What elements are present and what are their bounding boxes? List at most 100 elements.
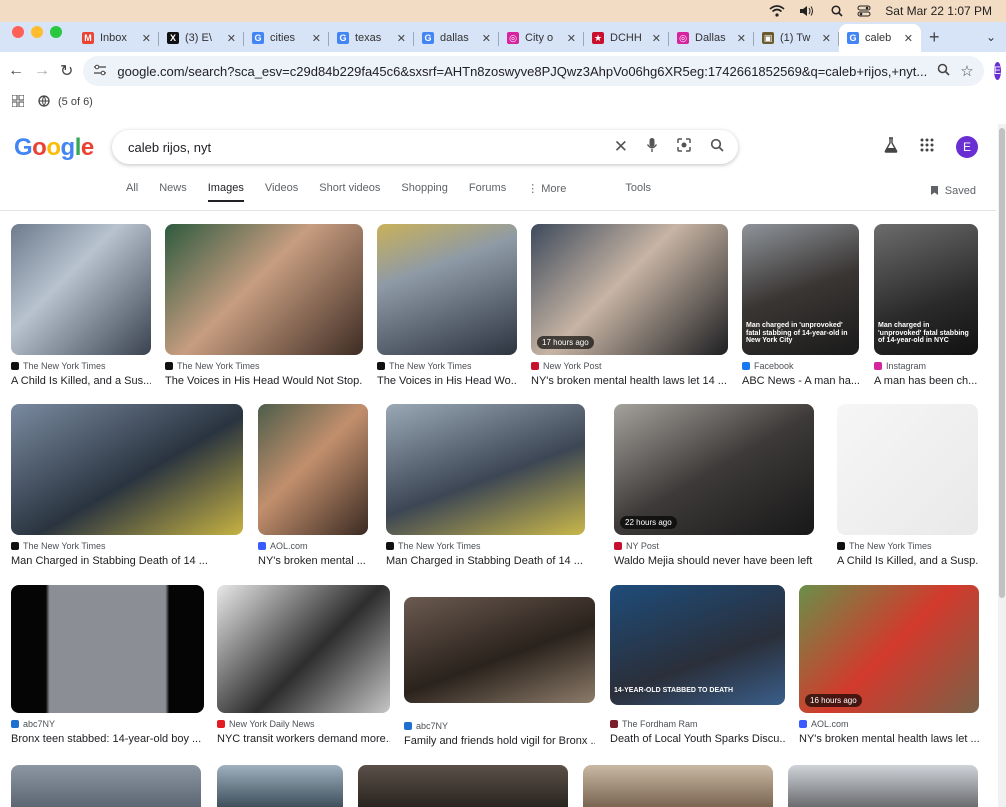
clear-search-icon[interactable]: ✕: [614, 137, 628, 157]
volume-icon[interactable]: [799, 5, 817, 17]
result-thumbnail[interactable]: [11, 585, 204, 713]
result-thumbnail[interactable]: [377, 224, 517, 355]
image-result-card[interactable]: abc7NY Family and friends hold vigil for …: [404, 597, 595, 747]
result-thumbnail[interactable]: [217, 765, 343, 807]
address-url[interactable]: google.com/search?sca_esv=c29d84b229fa45…: [117, 64, 927, 79]
result-thumbnail[interactable]: [788, 765, 978, 807]
back-button[interactable]: ←: [8, 60, 24, 82]
apps-grid-icon[interactable]: [11, 94, 25, 110]
close-tab-icon[interactable]: ✕: [737, 32, 746, 45]
result-thumbnail[interactable]: 16 hours ago: [799, 585, 979, 713]
image-result-card[interactable]: The New York Times The Voices in His Head…: [165, 224, 363, 387]
search-icon[interactable]: [710, 138, 724, 156]
image-result-card[interactable]: New York Daily News NYC transit workers d…: [217, 585, 390, 745]
result-title[interactable]: The Voices in His Head Wo...: [377, 375, 517, 387]
image-search-icon[interactable]: [676, 137, 692, 157]
result-title[interactable]: Man Charged in Stabbing Death of 14 ...: [11, 555, 243, 567]
result-thumbnail[interactable]: [11, 404, 243, 535]
tab-all[interactable]: All: [126, 182, 138, 202]
result-title[interactable]: NYC transit workers demand more...: [217, 733, 390, 745]
result-source[interactable]: New York Daily News: [217, 719, 390, 729]
tab-images[interactable]: Images: [207, 182, 244, 202]
result-source[interactable]: AOL.com: [258, 541, 368, 551]
google-apps-icon[interactable]: [920, 138, 934, 157]
result-source[interactable]: The New York Times: [386, 541, 585, 551]
close-tab-icon[interactable]: ✕: [652, 32, 661, 45]
bookmark-item[interactable]: (5 of 6): [38, 94, 93, 110]
tab-videos[interactable]: Videos: [265, 182, 298, 202]
image-result-card[interactable]: The New York Times Man Charged in Stabbin…: [386, 404, 585, 567]
result-title[interactable]: NY's broken mental ...: [258, 555, 368, 567]
close-window-button[interactable]: [12, 26, 24, 38]
image-result-card[interactable]: The New York Times A Child Is Killed, and…: [837, 404, 978, 567]
site-info-icon[interactable]: [93, 64, 107, 79]
result-thumbnail[interactable]: Man charged in 'unprovoked' fatal stabbi…: [874, 224, 978, 355]
close-tab-icon[interactable]: ✕: [142, 32, 151, 45]
search-query[interactable]: caleb rijos, nyt: [128, 140, 596, 155]
menubar-clock[interactable]: Sat Mar 22 1:07 PM: [885, 4, 992, 18]
tab-search-dropdown-icon[interactable]: ⌄: [976, 30, 1006, 52]
scrollbar-thumb[interactable]: [999, 128, 1005, 598]
browser-tab[interactable]: M Inbox ✕: [74, 24, 159, 52]
image-result-card[interactable]: 17 hours ago New York Post NY's broken men…: [531, 224, 728, 387]
result-title[interactable]: A Child Is Killed, and a Susp...: [837, 555, 978, 567]
result-title[interactable]: Waldo Mejia should never have been left …: [614, 555, 814, 567]
result-thumbnail[interactable]: [358, 765, 568, 807]
close-tab-icon[interactable]: ✕: [567, 32, 576, 45]
result-source[interactable]: Instagram: [874, 361, 978, 371]
browser-tab[interactable]: Gdallas ✕: [414, 24, 499, 52]
result-thumbnail[interactable]: [11, 765, 201, 807]
new-tab-button[interactable]: +: [921, 27, 950, 52]
result-title[interactable]: NY's broken mental health laws let 14 ..…: [531, 375, 728, 387]
result-source[interactable]: Facebook: [742, 361, 859, 371]
result-title[interactable]: Death of Local Youth Sparks Discu...: [610, 733, 785, 745]
result-thumbnail[interactable]: [837, 404, 978, 535]
wifi-icon[interactable]: [769, 5, 785, 17]
saved-button[interactable]: Saved: [930, 185, 976, 199]
voice-search-icon[interactable]: [646, 137, 658, 157]
minimize-window-button[interactable]: [31, 26, 43, 38]
zoom-window-button[interactable]: [50, 26, 62, 38]
address-bar[interactable]: google.com/search?sca_esv=c29d84b229fa45…: [83, 56, 984, 86]
result-source[interactable]: abc7NY: [11, 719, 204, 729]
result-title[interactable]: The Voices in His Head Would Not Stop...: [165, 375, 363, 387]
labs-flask-icon[interactable]: [884, 136, 898, 158]
result-source[interactable]: The New York Times: [11, 541, 243, 551]
page-scrollbar[interactable]: [998, 124, 1006, 807]
result-thumbnail[interactable]: [217, 585, 390, 713]
result-title[interactable]: ABC News - A man ha...: [742, 375, 859, 387]
close-tab-icon[interactable]: ✕: [482, 32, 491, 45]
result-source[interactable]: AOL.com: [799, 719, 979, 729]
image-result-card[interactable]: 22 hours ago NY Post Waldo Mejia should ne…: [614, 404, 814, 567]
result-title[interactable]: Family and friends hold vigil for Bronx …: [404, 735, 595, 747]
close-tab-icon[interactable]: ✕: [397, 32, 406, 45]
result-source[interactable]: The Fordham Ram: [610, 719, 785, 729]
result-thumbnail[interactable]: 14-YEAR-OLD STABBED TO DEATH: [610, 585, 785, 705]
result-thumbnail[interactable]: [404, 597, 595, 703]
result-thumbnail[interactable]: Man charged in 'unprovoked' fatal stabbi…: [742, 224, 859, 355]
google-logo[interactable]: Google: [14, 134, 94, 162]
result-thumbnail[interactable]: [11, 224, 151, 355]
result-title[interactable]: A Child Is Killed, and a Sus...: [11, 375, 151, 387]
image-result-card[interactable]: The New York Times The Voices in His Head…: [377, 224, 517, 387]
result-source[interactable]: The New York Times: [11, 361, 151, 371]
image-result-card[interactable]: 14-YEAR-OLD STABBED TO DEATH The Fordham …: [610, 585, 785, 745]
reload-button[interactable]: ↻: [60, 60, 73, 82]
browser-tab[interactable]: Gcaleb ✕: [839, 24, 921, 52]
forward-button[interactable]: →: [34, 60, 50, 82]
result-thumbnail[interactable]: [165, 224, 363, 355]
browser-tab[interactable]: ★ DCHH ✕: [584, 24, 669, 52]
result-source[interactable]: NY Post: [614, 541, 814, 551]
image-result-card[interactable]: The New York Times Man Charged in Stabbin…: [11, 404, 243, 567]
result-thumbnail[interactable]: 22 hours ago: [614, 404, 814, 535]
browser-tab[interactable]: ▣ (1) Tw ✕: [754, 24, 839, 52]
result-title[interactable]: Man Charged in Stabbing Death of 14 ...: [386, 555, 585, 567]
result-source[interactable]: abc7NY: [404, 721, 595, 731]
tab-more[interactable]: ⋮ More: [527, 182, 566, 202]
google-account-avatar[interactable]: E: [956, 136, 978, 158]
result-thumbnail[interactable]: [258, 404, 368, 535]
result-thumbnail[interactable]: 17 hours ago: [531, 224, 728, 355]
image-result-card[interactable]: AOL.com NY's broken mental ...: [258, 404, 368, 567]
result-source[interactable]: New York Post: [531, 361, 728, 371]
browser-tab[interactable]: Gcities ✕: [244, 24, 329, 52]
